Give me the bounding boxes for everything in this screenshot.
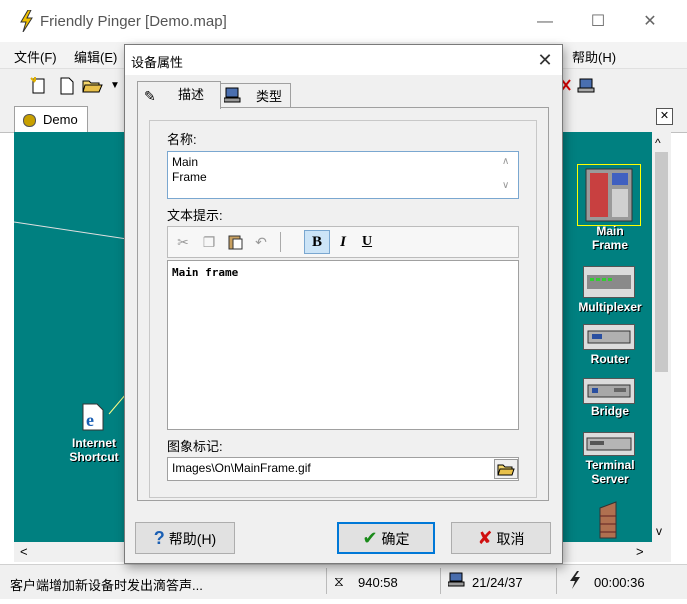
pinger-icon[interactable] — [560, 76, 600, 96]
name-label: 名称: — [167, 132, 197, 147]
vertical-scrollbar[interactable]: ^ v — [652, 132, 671, 542]
tab-demo[interactable]: Demo — [14, 106, 88, 133]
app-icon — [18, 9, 34, 33]
status-ping: 940:58 — [358, 575, 398, 590]
undo-icon[interactable]: ↶ — [252, 233, 270, 251]
paste-icon[interactable] — [226, 233, 244, 251]
help-icon: ? — [153, 528, 165, 548]
map-dot-icon — [23, 114, 36, 127]
palette-label-mainframe: Main Frame — [591, 224, 629, 252]
scroll-down-button[interactable]: v — [656, 524, 662, 538]
status-counts: 21/24/37 — [472, 575, 523, 590]
cancel-button-label: 取消 — [496, 531, 525, 547]
scroll-right-button[interactable]: > — [636, 544, 644, 559]
cancel-x-icon: ✘ — [477, 528, 493, 548]
scroll-left-button[interactable]: < — [20, 544, 28, 559]
hint-text-area[interactable]: Main frame — [167, 260, 519, 430]
device-properties-dialog: 设备属性 ✕ ✎ 描述 类型 名称: Main Frame ∧ ∨ 文本提示: … — [124, 44, 563, 564]
close-map-button[interactable]: ✕ — [656, 108, 673, 125]
window-title: Friendly Pinger [Demo.map] — [40, 13, 227, 30]
hint-format-toolbar: ✂ ❐ ↶ B I U — [167, 226, 519, 258]
menu-edit[interactable]: 编辑(E) — [74, 47, 117, 66]
copy-icon[interactable]: ❐ — [200, 233, 218, 251]
svg-text:e: e — [86, 410, 94, 430]
checkmark-icon: ✔ — [362, 528, 378, 548]
tab-type[interactable]: 类型 — [219, 83, 291, 108]
tab-demo-label: Demo — [43, 112, 78, 127]
status-divider — [326, 568, 327, 594]
name-value: Main Frame — [172, 155, 207, 184]
scroll-up-button[interactable]: ^ — [655, 136, 661, 150]
menu-file[interactable]: 文件(F) — [14, 47, 57, 66]
cut-icon[interactable]: ✂ — [174, 233, 192, 251]
palette-label-multiplexer: Multiplexer — [578, 300, 642, 314]
cancel-button[interactable]: ✘ 取消 — [451, 522, 551, 554]
multiplexer-icon[interactable] — [583, 266, 635, 298]
tab-type-label: 类型 — [256, 89, 283, 104]
bridge-icon[interactable] — [583, 378, 635, 404]
router-icon[interactable] — [583, 324, 635, 350]
toolbar-separator — [280, 232, 281, 252]
lightning-icon — [568, 571, 582, 589]
name-scroll-down-icon[interactable]: ∨ — [502, 180, 509, 191]
status-time: 00:00:36 — [594, 575, 645, 590]
help-button[interactable]: ? 帮助(H) — [135, 522, 235, 554]
new-file-icon[interactable] — [58, 76, 76, 96]
dropdown-arrow-icon[interactable]: ▼ — [110, 80, 120, 91]
dialog-title: 设备属性 — [131, 55, 184, 70]
menu-help[interactable]: 帮助(H) — [572, 47, 616, 66]
terminal-server-icon[interactable] — [583, 432, 635, 456]
minimize-button[interactable]: — — [525, 8, 565, 36]
ping-time-icon: ⧖ — [334, 573, 344, 589]
status-divider — [556, 568, 557, 594]
mainframe-icon[interactable] — [577, 164, 641, 226]
description-icon: ✎ — [144, 88, 156, 104]
open-folder-icon[interactable] — [82, 76, 104, 96]
status-divider — [440, 568, 441, 594]
internet-shortcut-icon[interactable]: e — [80, 402, 106, 432]
italic-button[interactable]: I — [334, 233, 352, 251]
underline-button[interactable]: U — [358, 233, 376, 251]
firewall-icon[interactable] — [596, 500, 622, 540]
open-folder-icon — [497, 464, 515, 476]
image-path-field[interactable]: Images\On\MainFrame.gif — [167, 457, 519, 481]
computer-count-icon — [447, 571, 466, 587]
status-message: 客户端增加新设备时发出滴答声... — [10, 578, 203, 593]
dialog-title-bar — [125, 45, 562, 75]
close-button[interactable]: ✕ — [630, 8, 670, 36]
image-path-value: Images\On\MainFrame.gif — [172, 461, 311, 475]
hint-label: 文本提示: — [167, 208, 223, 223]
ok-button-label: 确定 — [381, 531, 410, 547]
name-field[interactable]: Main Frame ∧ ∨ — [167, 151, 519, 199]
image-label: 图象标记: — [167, 439, 223, 454]
browse-button[interactable] — [494, 459, 518, 479]
hint-value: Main frame — [172, 266, 239, 279]
tab-description-label: 描述 — [178, 87, 205, 102]
palette-label-terminal-server: Terminal Server — [585, 458, 635, 486]
scroll-thumb[interactable] — [655, 152, 668, 372]
tab-description[interactable]: ✎ 描述 — [137, 81, 221, 109]
maximize-button[interactable]: ☐ — [578, 8, 618, 36]
bold-button[interactable]: B — [304, 230, 330, 254]
computer-icon — [223, 87, 242, 103]
palette-label-bridge: Bridge — [590, 404, 629, 418]
dialog-close-button[interactable]: ✕ — [530, 47, 560, 73]
help-button-label: 帮助(H) — [168, 531, 217, 547]
ok-button[interactable]: ✔ 确定 — [337, 522, 435, 554]
palette-label-router: Router — [590, 352, 630, 366]
new-map-icon[interactable] — [30, 76, 48, 96]
name-scroll-up-icon[interactable]: ∧ — [502, 156, 509, 167]
